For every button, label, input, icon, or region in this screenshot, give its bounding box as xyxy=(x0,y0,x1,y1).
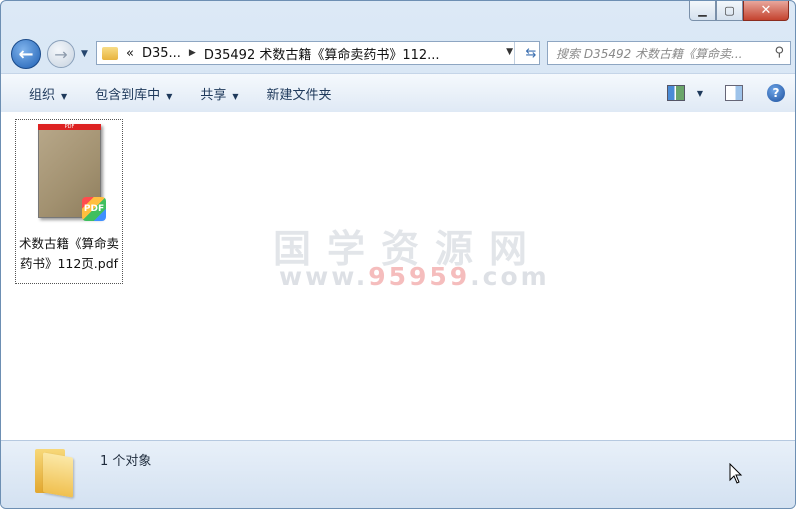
command-bar: 组织 ▼ 包含到库中 ▼ 共享 ▼ 新建文件夹 ▼ ? xyxy=(1,73,795,113)
search-input[interactable]: 搜索 D35492 术数古籍《算命卖... ⚲ xyxy=(547,41,791,65)
maximize-icon: ▢ xyxy=(724,4,735,17)
watermark-url-prefix: www. xyxy=(279,262,369,291)
folder-icon xyxy=(102,46,118,60)
search-icon: ⚲ xyxy=(774,45,784,60)
share-menu[interactable]: 共享 ▼ xyxy=(200,84,238,103)
share-label: 共享 xyxy=(200,87,227,103)
folder-icon xyxy=(35,449,77,498)
chevron-down-icon: ▼ xyxy=(166,91,173,101)
address-dropdown-icon[interactable]: ▼ xyxy=(506,47,513,57)
explorer-window: ▁ ▢ ✕ ← → ▼ « D35... ▶ D35492 术数古籍《算命卖药书… xyxy=(0,0,796,509)
include-library-label: 包含到库中 xyxy=(95,87,161,103)
mouse-cursor-icon xyxy=(729,462,743,488)
forward-button[interactable]: → xyxy=(47,40,75,68)
watermark-url-number: 95959 xyxy=(368,262,471,291)
refresh-button[interactable]: ⇆ xyxy=(514,42,539,64)
minimize-icon: ▁ xyxy=(698,4,707,17)
new-folder-button[interactable]: 新建文件夹 xyxy=(267,84,332,103)
include-in-library-menu[interactable]: 包含到库中 ▼ xyxy=(95,84,172,103)
organize-menu[interactable]: 组织 ▼ xyxy=(29,84,67,103)
back-button[interactable]: ← xyxy=(11,39,41,69)
thumbnail-header: PDF xyxy=(38,124,101,130)
back-arrow-icon: ← xyxy=(18,43,34,65)
address-row: ← → ▼ « D35... ▶ D35492 术数古籍《算命卖药书》112..… xyxy=(1,37,795,71)
details-pane: 1 个对象 xyxy=(1,440,795,508)
item-count: 1 个对象 xyxy=(100,454,152,469)
new-folder-label: 新建文件夹 xyxy=(266,87,332,103)
close-icon: ✕ xyxy=(760,3,772,18)
minimize-button[interactable]: ▁ xyxy=(689,1,716,21)
address-overflow[interactable]: « xyxy=(126,46,134,61)
toolbar-right: ▼ ? xyxy=(666,84,785,102)
close-button[interactable]: ✕ xyxy=(743,1,789,21)
search-placeholder: 搜索 D35492 术数古籍《算命卖... xyxy=(556,46,743,61)
preview-pane-icon[interactable] xyxy=(725,85,743,101)
refresh-icon: ⇆ xyxy=(525,45,537,61)
chevron-down-icon: ▼ xyxy=(61,91,68,101)
breadcrumb-arrow-icon[interactable]: ▶ xyxy=(189,48,196,58)
chevron-down-icon: ▼ xyxy=(232,91,239,101)
change-view-icon[interactable] xyxy=(666,85,685,101)
pdf-icon: PDF xyxy=(82,197,106,221)
watermark-url-suffix: .com xyxy=(470,262,550,291)
file-item[interactable]: PDF PDF 术数古籍《算命卖药书》112页.pdf xyxy=(15,119,123,284)
address-bar[interactable]: « D35... ▶ D35492 术数古籍《算命卖药书》112... ▼ ⇆ xyxy=(96,41,540,65)
title-controls: ▁ ▢ ✕ xyxy=(689,1,789,23)
file-list[interactable]: PDF PDF 术数古籍《算命卖药书》112页.pdf 国学资源网 www.95… xyxy=(1,112,795,440)
view-options-dropdown[interactable]: ▼ xyxy=(697,89,703,98)
breadcrumb-item[interactable]: D35... xyxy=(142,46,181,61)
recent-pages-dropdown[interactable]: ▼ xyxy=(81,49,88,59)
forward-arrow-icon: → xyxy=(54,44,68,64)
file-name[interactable]: 术数古籍《算命卖药书》112页.pdf xyxy=(16,234,122,274)
watermark-url: www.95959.com xyxy=(279,262,550,291)
organize-label: 组织 xyxy=(29,87,56,103)
maximize-button[interactable]: ▢ xyxy=(716,1,743,21)
help-icon[interactable]: ? xyxy=(767,84,785,102)
breadcrumb-item[interactable]: D35492 术数古籍《算命卖药书》112... xyxy=(204,44,440,63)
